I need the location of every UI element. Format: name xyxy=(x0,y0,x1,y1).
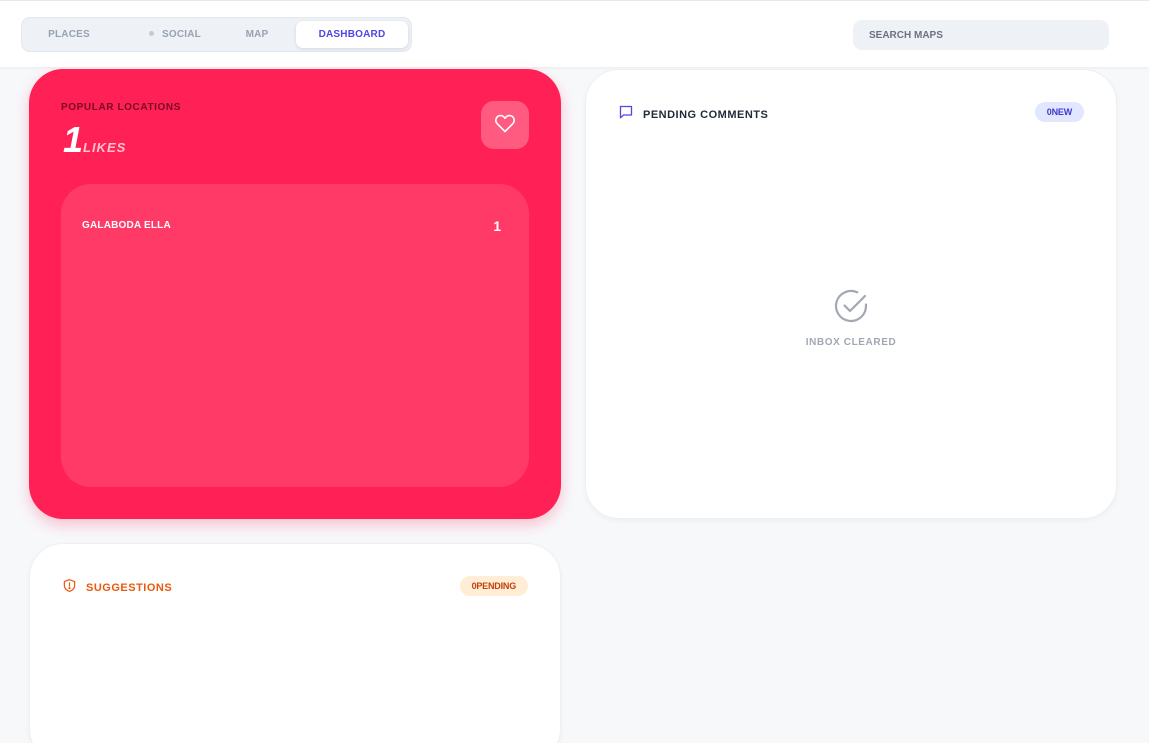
popular-locations-label: POPULAR LOCATIONS xyxy=(61,102,182,113)
suggestions-header: SUGGESTIONS xyxy=(62,578,172,598)
tab-map[interactable]: MAP xyxy=(234,21,280,48)
likes-unit: LIKES xyxy=(83,140,127,155)
popular-locations-list: GALABODA ELLA 1 xyxy=(61,184,529,487)
tab-dashboard[interactable]: DASHBOARD xyxy=(296,21,408,48)
list-item-likes-count: 1 xyxy=(493,218,501,234)
suggestions-title: SUGGESTIONS xyxy=(86,582,173,594)
pending-comments-card: PENDING COMMENTS 0NEW INBOX CLEARED xyxy=(585,69,1117,519)
nav-tabs: PLACES SOCIAL MAP DASHBOARD xyxy=(21,17,412,52)
heart-icon xyxy=(493,111,517,140)
pending-suggestions-badge: 0PENDING xyxy=(459,576,528,596)
like-button[interactable] xyxy=(481,101,529,149)
likes-count: 1 xyxy=(63,119,84,160)
popular-locations-card: POPULAR LOCATIONS 1 LIKES GALABODA ELLA … xyxy=(29,69,561,519)
empty-state-text: INBOX CLEARED xyxy=(805,337,897,348)
suggestions-card: SUGGESTIONS 0PENDING xyxy=(29,543,561,743)
pending-comments-title: PENDING COMMENTS xyxy=(643,108,769,121)
tab-social[interactable]: SOCIAL xyxy=(132,21,218,48)
empty-state: INBOX CLEARED xyxy=(586,287,1116,348)
tab-places[interactable]: PLACES xyxy=(36,21,102,48)
top-bar: PLACES SOCIAL MAP DASHBOARD xyxy=(0,0,1149,67)
list-item-location-name[interactable]: GALABODA ELLA xyxy=(82,220,171,231)
shield-icon xyxy=(62,578,77,598)
check-circle-icon xyxy=(832,289,870,329)
new-comments-badge: 0NEW xyxy=(1034,102,1084,122)
chat-bubble-icon xyxy=(618,104,634,125)
status-dot-icon xyxy=(149,31,154,36)
pending-comments-header: PENDING COMMENTS xyxy=(618,104,768,125)
search-input[interactable] xyxy=(853,20,1109,50)
